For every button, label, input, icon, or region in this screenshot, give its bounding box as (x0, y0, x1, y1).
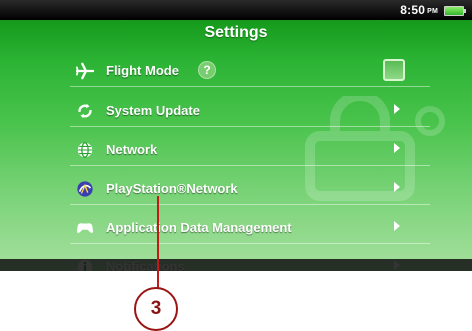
status-bar: 8:50 PM (0, 0, 472, 20)
settings-screen: 8:50 PM Settings Flight Mode ? System Upd… (0, 0, 472, 271)
chevron-right-icon (394, 260, 400, 270)
chevron-right-icon (394, 143, 400, 153)
menu-item-notifications[interactable]: Notifications (70, 250, 430, 271)
menu-item-application-data-management[interactable]: Application Data Management (70, 211, 430, 244)
menu-item-network[interactable]: Network (70, 133, 430, 166)
page-title: Settings (204, 24, 268, 41)
menu-item-label: Notifications (106, 259, 185, 271)
menu-item-flight-mode[interactable]: Flight Mode ? (70, 54, 430, 87)
chevron-right-icon (394, 182, 400, 192)
menu-item-label: System Update (106, 103, 200, 118)
menu-item-playstation-network[interactable]: PlayStation®Network (70, 172, 430, 205)
refresh-arrows-icon (78, 103, 92, 119)
gamepad-icon (76, 223, 94, 233)
chevron-right-icon (394, 104, 400, 114)
callout-number: 3 (134, 287, 178, 331)
callout-line (157, 196, 159, 291)
info-icon (77, 259, 93, 271)
flight-mode-checkbox[interactable] (383, 59, 405, 81)
help-icon[interactable]: ? (198, 61, 216, 79)
menu-item-label: Application Data Management (106, 220, 292, 235)
clock-time: 8:50 (400, 3, 426, 17)
menu-item-label: PlayStation®Network (106, 181, 238, 196)
airplane-icon (76, 62, 94, 80)
menu-item-system-update[interactable]: System Update (70, 94, 430, 127)
psn-logo-icon (77, 181, 93, 197)
clock: 8:50 PM (400, 3, 438, 17)
globe-icon (77, 142, 93, 158)
menu-item-label: Flight Mode (106, 63, 179, 78)
battery-icon (444, 6, 466, 16)
menu-item-label: Network (106, 142, 158, 157)
clock-ampm: PM (427, 8, 438, 15)
chevron-right-icon (394, 221, 400, 231)
